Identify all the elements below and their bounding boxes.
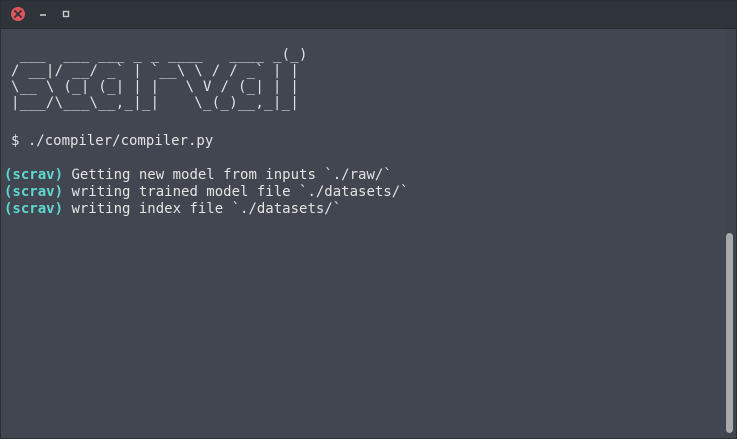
output-line: (scrav) writing index file `./datasets/` [4, 201, 341, 218]
output-tag: (scrav) [4, 167, 64, 183]
output-text: Getting new model from inputs `./raw/` [63, 167, 392, 183]
output-line: (scrav) Getting new model from inputs `.… [4, 167, 392, 184]
title-bar[interactable] [1, 1, 736, 29]
minimize-icon [40, 14, 46, 16]
command-prompt-line: $ ./compiler/compiler.py [11, 133, 214, 149]
vertical-scrollbar[interactable] [723, 29, 735, 438]
maximize-button[interactable] [59, 7, 73, 21]
minimize-button[interactable] [36, 7, 50, 21]
output-tag: (scrav) [4, 201, 64, 217]
output-text: writing trained model file `./datasets/` [63, 184, 409, 200]
scrollbar-thumb[interactable] [726, 233, 733, 433]
output-line: (scrav) writing trained model file `./da… [4, 184, 409, 201]
terminal-content[interactable]: ___ ___ ___ _ _ ____ ____ _(_) / __|/ __… [1, 29, 725, 438]
close-button[interactable] [11, 7, 25, 21]
close-icon [14, 10, 22, 18]
output-tag: (scrav) [4, 184, 64, 200]
output-text: writing index file `./datasets/` [63, 201, 342, 217]
maximize-icon [62, 10, 70, 18]
terminal-window: ___ ___ ___ _ _ ____ ____ _(_) / __|/ __… [0, 0, 737, 439]
ascii-banner: ___ ___ ___ _ _ ____ ____ _(_) / __|/ __… [11, 47, 308, 111]
